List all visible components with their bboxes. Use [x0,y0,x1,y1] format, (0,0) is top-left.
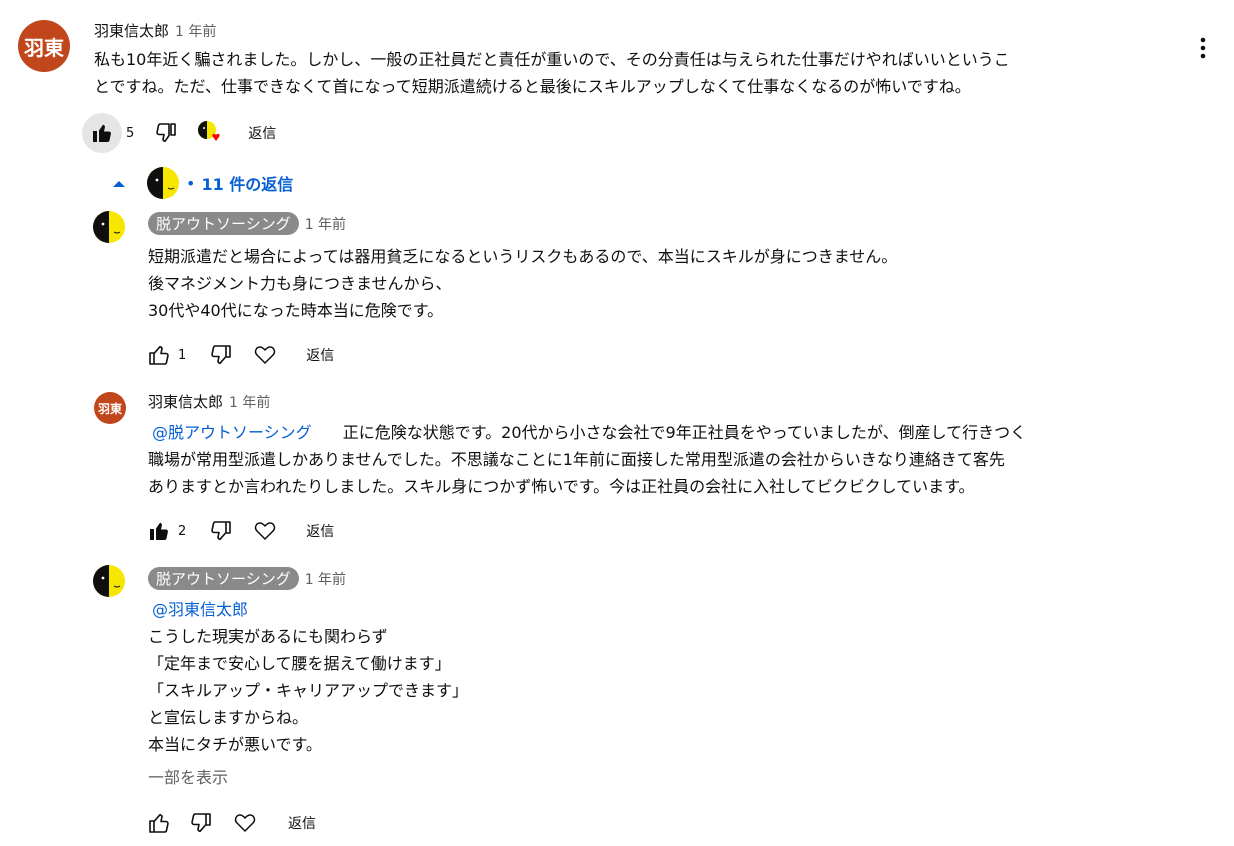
kebab-icon [1200,37,1206,59]
creator-avatar-small [147,167,179,199]
reply-1-time[interactable]: 1 年前 [305,217,346,233]
main-comment-text: 私も10年近く騙されました。しかし、一般の正社員だと責任が重いので、その分責任は… [94,50,1010,96]
chevron-up-icon [113,181,125,187]
more-options-button[interactable] [1190,34,1216,62]
reply-1-actions: 1 返信 [144,338,334,372]
heart-button[interactable] [250,340,280,370]
avatar-reply-1[interactable] [92,210,126,244]
heart-outline-icon [255,522,276,541]
dislike-button[interactable] [186,808,216,838]
reply-2-header: 羽東信太郎 1 年前 [148,391,270,412]
heart-button[interactable] [250,516,280,546]
reply-button[interactable]: 返信 [306,345,334,365]
reply-2-actions: 2 返信 [144,514,334,548]
like-button[interactable] [82,113,122,153]
thumbs-down-icon [156,123,177,143]
like-button[interactable] [144,516,174,546]
main-comment-header: 羽東信太郎 1 年前 [94,20,216,41]
replies-toggle[interactable]: • 11 件の返信 [110,166,293,200]
reply-2-author[interactable]: 羽東信太郎 [148,393,223,411]
reply-2-text: @脱アウトソーシング 正に危険な状態です。20代から小さな会社で9年正社員をやっ… [148,423,1027,496]
replies-count-label[interactable]: 11 件の返信 [201,171,293,195]
reply-button[interactable]: 返信 [306,521,334,541]
creator-avatar-heart-icon [198,121,220,141]
like-count: 5 [126,125,135,141]
reply-3-text: @羽東信太郎 こうした現実があるにも関わらず 「定年まで安心して腰を据えて働けま… [148,600,469,754]
thumbs-down-icon [191,813,211,833]
main-author[interactable]: 羽東信太郎 [94,22,169,40]
creator-heart-badge [192,115,228,151]
heart-button[interactable] [230,808,260,838]
reply-2-time[interactable]: 1 年前 [229,395,270,411]
reply-1-author-chip[interactable]: 脱アウトソーシング [148,212,299,235]
reply-button[interactable]: 返信 [288,813,316,833]
reply-1-text: 短期派遣だと場合によっては器用貧乏になるというリスクもあるので、本当にスキルが身… [148,247,898,320]
thumbs-down-icon [211,345,232,365]
reply-3-actions: 返信 [144,806,316,840]
dislike-button[interactable] [206,340,236,370]
like-button[interactable] [144,340,174,370]
dislike-button[interactable] [148,115,184,151]
reply-3-author-chip[interactable]: 脱アウトソーシング [148,567,299,590]
mention-link[interactable]: @羽東信太郎 [152,600,248,619]
show-less-button[interactable]: 一部を表示 [148,764,228,788]
thumbs-down-icon [211,521,232,541]
mention-link[interactable]: @脱アウトソーシング [152,423,312,442]
main-actions: 5 返信 [82,113,276,153]
reply-3-header: 脱アウトソーシング 1 年前 [148,567,346,590]
like-button[interactable] [144,808,174,838]
thumbs-up-icon [149,813,169,833]
avatar-reply-3[interactable] [92,564,126,598]
reply-button[interactable]: 返信 [248,123,276,143]
thumbs-up-filled-icon [150,522,168,540]
like-count: 2 [178,523,187,539]
bullet-dot: • [186,173,196,193]
reply-3-time[interactable]: 1 年前 [305,572,346,588]
thumbs-up-icon [149,345,169,365]
avatar-reply-2[interactable]: 羽東 [94,392,126,424]
dislike-button[interactable] [206,516,236,546]
avatar-main[interactable]: 羽東 [18,20,70,72]
like-count: 1 [178,347,187,363]
reply-1-header: 脱アウトソーシング 1 年前 [148,212,346,235]
main-time[interactable]: 1 年前 [175,24,216,40]
heart-outline-icon [234,814,256,833]
thumbs-up-filled-icon [93,124,111,142]
heart-outline-icon [255,346,276,365]
